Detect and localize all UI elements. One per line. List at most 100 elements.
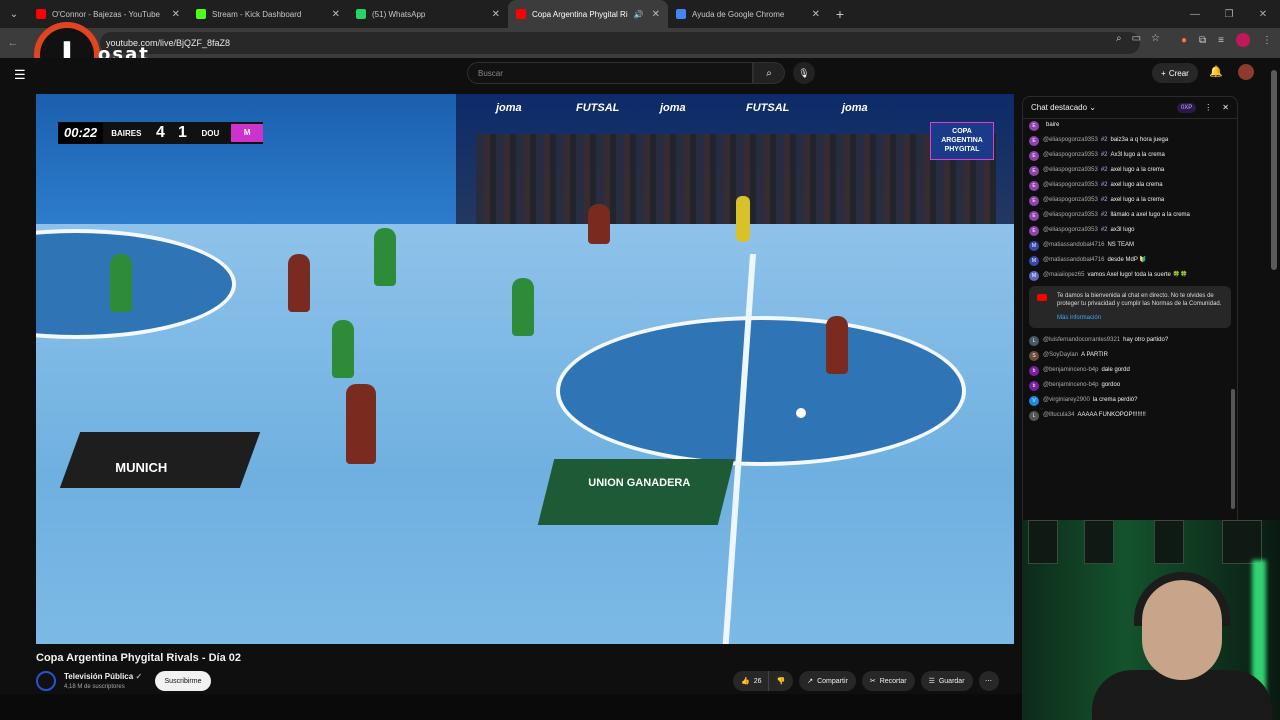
chat-avatar[interactable]: M (1029, 271, 1039, 281)
search-input[interactable]: Buscar (467, 62, 753, 84)
back-icon[interactable]: ← (0, 37, 26, 49)
chat-message[interactable]: E @eliaspogonza9353 #2 baiz3a a q hora jueg… (1029, 136, 1231, 146)
chat-author[interactable]: @SoyDaylan (1043, 352, 1078, 358)
chat-message[interactable]: E @eliaspogonza9353 #2 axel lugo a la crema (1029, 196, 1231, 206)
chat-message[interactable]: b @benjaminceno-b4p gordoo (1029, 381, 1231, 391)
browser-tab[interactable]: Stream - Kick Dashboard ✕ (188, 0, 348, 28)
chat-message[interactable]: L @luisfernandocorrantes9321 hay otro part… (1029, 336, 1231, 346)
close-tab-icon[interactable]: ✕ (332, 9, 340, 20)
cast-icon[interactable]: ▭ (1132, 33, 1141, 44)
close-tab-icon[interactable]: ✕ (492, 9, 500, 20)
chat-avatar[interactable]: E (1029, 226, 1039, 236)
url-field[interactable]: youtube.com/live/BjQZF_8faZ8 (100, 32, 1140, 54)
chat-avatar[interactable]: L (1029, 411, 1039, 421)
close-tab-icon[interactable]: ✕ (652, 9, 660, 20)
search-button[interactable]: ⌕ (753, 62, 785, 84)
channel-avatar[interactable] (36, 671, 56, 691)
chat-author[interactable]: @matiassandobal4716 (1043, 242, 1104, 248)
chat-author[interactable]: @eliaspogonza9353 (1043, 182, 1098, 188)
chrome-menu-icon[interactable]: ⋮ (1262, 35, 1272, 46)
chat-message[interactable]: Ebaire (1029, 121, 1231, 131)
extensions-puzzle-icon[interactable]: ⧉ (1199, 35, 1206, 46)
maximize-button[interactable]: ❐ (1212, 9, 1246, 20)
chat-message[interactable]: V @virginiarey2900 la crema perdió? (1029, 396, 1231, 406)
subscribe-button[interactable]: Suscribirme (155, 671, 211, 691)
chat-avatar[interactable]: V (1029, 396, 1039, 406)
zoom-icon[interactable]: ⌕ (1116, 33, 1122, 44)
share-button[interactable]: ↗ Compartir (799, 671, 856, 691)
chat-avatar[interactable]: M (1029, 241, 1039, 251)
save-button[interactable]: ☰ Guardar (920, 671, 973, 691)
chat-author[interactable]: @matiassandobal4716 (1043, 257, 1104, 263)
chat-avatar[interactable]: E (1029, 121, 1039, 131)
chat-author[interactable]: @benjaminceno-b4p (1043, 382, 1098, 388)
chat-messages[interactable]: Ebaire E @eliaspogonza9353 #2 baiz3a a q hor… (1023, 119, 1237, 428)
chat-message[interactable]: M @matiassandobal4716 NS TEAM (1029, 241, 1231, 251)
chat-avatar[interactable]: b (1029, 381, 1039, 391)
chat-author[interactable]: @eliaspogonza9353 (1043, 167, 1098, 173)
chat-author[interactable]: @eliaspogonza9353 (1043, 197, 1098, 203)
close-tab-icon[interactable]: ✕ (812, 9, 820, 20)
chat-message[interactable]: E @eliaspogonza9353 #2 llámalo a axel lugo … (1029, 211, 1231, 221)
chat-message[interactable]: E @eliaspogonza9353 #2 axel lugo a la crema (1029, 166, 1231, 176)
chat-message[interactable]: b @benjaminceno-b4p dale gordd (1029, 366, 1231, 376)
chat-avatar[interactable]: S (1029, 351, 1039, 361)
chat-message[interactable]: L @lltucula34 AAAAA FUNKOPOP!!!!!!!! (1029, 411, 1231, 421)
video-player[interactable]: joma FUTSAL joma FUTSAL joma MUNICH UNION GA… (36, 94, 1014, 644)
close-window-button[interactable]: ✕ (1246, 9, 1280, 20)
chat-avatar[interactable]: E (1029, 181, 1039, 191)
browser-tab[interactable]: O'Connor - Bajezas - YouTube ✕ (28, 0, 188, 28)
chat-avatar[interactable]: M (1029, 256, 1039, 266)
close-chat-icon[interactable]: ✕ (1222, 103, 1229, 112)
close-tab-icon[interactable]: ✕ (172, 9, 180, 20)
more-info-link[interactable]: Más información (1057, 314, 1223, 322)
browser-tab[interactable]: Copa Argentina Phygital Ri 🔊 ✕ (508, 0, 668, 28)
chat-author[interactable]: @eliaspogonza9353 (1043, 212, 1098, 218)
extension-icon[interactable]: ● (1181, 35, 1187, 46)
channel-name[interactable]: Televisión Pública ✓ (64, 672, 142, 681)
tab-search-button[interactable]: ⌄ (0, 0, 28, 28)
minimize-button[interactable]: — (1178, 9, 1212, 20)
new-tab-button[interactable]: + (828, 6, 852, 22)
bookmark-star-icon[interactable]: ☆ (1151, 33, 1160, 44)
create-button[interactable]: + Crear (1152, 63, 1198, 83)
reading-list-icon[interactable]: ≡ (1218, 35, 1224, 46)
profile-avatar[interactable] (1236, 33, 1250, 47)
chat-message[interactable]: E @eliaspogonza9353 #2 axel lugo ala crema (1029, 181, 1231, 191)
clip-button[interactable]: ✂ Recortar (861, 671, 915, 691)
voice-search-button[interactable]: 🎙 (793, 62, 815, 84)
chat-author[interactable]: @lltucula34 (1043, 412, 1074, 418)
chat-message[interactable]: M @matiassandobal4716 desde MdP 🔰 (1029, 256, 1231, 266)
xp-badge[interactable]: 0XP (1176, 102, 1197, 113)
like-button[interactable]: 👍 26 (733, 671, 768, 691)
notifications-bell-icon[interactable]: 🔔 (1209, 65, 1223, 78)
chat-avatar[interactable]: b (1029, 366, 1039, 376)
chat-message[interactable]: E @eliaspogonza9353 #2 ax3l lugo (1029, 226, 1231, 236)
chat-avatar[interactable]: E (1029, 196, 1039, 206)
chat-mode-dropdown[interactable]: Chat destacado ⌄ (1031, 103, 1177, 112)
speaker-icon[interactable]: 🔊 (634, 10, 644, 19)
chat-avatar[interactable]: E (1029, 136, 1039, 146)
menu-icon[interactable]: ☰ (14, 67, 26, 83)
page-scrollbar[interactable] (1271, 70, 1277, 270)
user-avatar[interactable] (1238, 64, 1254, 80)
chat-message[interactable]: M @maiaiiopez65 vamos Axel lugo! toda la s… (1029, 271, 1231, 281)
chat-avatar[interactable]: E (1029, 166, 1039, 176)
browser-tab[interactable]: (51) WhatsApp ✕ (348, 0, 508, 28)
chat-author[interactable]: @eliaspogonza9353 (1043, 227, 1098, 233)
chat-author[interactable]: @virginiarey2900 (1043, 397, 1090, 403)
chat-menu-icon[interactable]: ⋮ (1204, 103, 1212, 112)
chat-author[interactable]: @maiaiiopez65 (1043, 272, 1084, 278)
chat-message[interactable]: E @eliaspogonza9353 #2 Ax3l lugo a la crema (1029, 151, 1231, 161)
chat-author[interactable]: @benjaminceno-b4p (1043, 367, 1098, 373)
chat-avatar[interactable]: E (1029, 211, 1039, 221)
more-actions-button[interactable]: ⋯ (978, 671, 999, 691)
browser-tab[interactable]: Ayuda de Google Chrome ✕ (668, 0, 828, 28)
chat-scrollbar[interactable] (1231, 389, 1235, 509)
dislike-button[interactable]: 👎 (767, 671, 794, 691)
chat-author[interactable]: @luisfernandocorrantes9321 (1043, 337, 1120, 343)
chat-avatar[interactable]: E (1029, 151, 1039, 161)
chat-author[interactable]: @eliaspogonza9353 (1043, 152, 1098, 158)
chat-author[interactable]: @eliaspogonza9353 (1043, 137, 1098, 143)
chat-message[interactable]: S @SoyDaylan A PARTIR (1029, 351, 1231, 361)
